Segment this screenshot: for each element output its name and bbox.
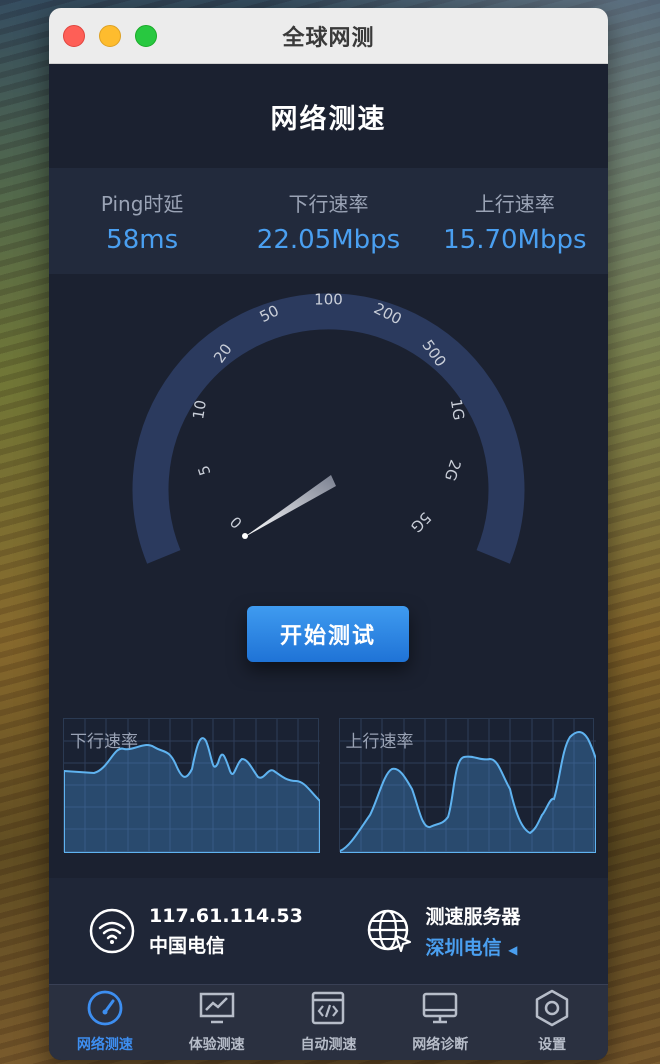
tab-experience-test-label: 体验测速 xyxy=(188,1037,245,1053)
gauge-tick-label: 5 xyxy=(194,463,214,478)
isp-name: 中国电信 xyxy=(149,934,226,957)
stat-ping: Ping时延 58ms xyxy=(49,188,235,255)
gauge-tick-label: 10 xyxy=(189,399,210,421)
download-graph: 下行速率 xyxy=(63,718,320,853)
globe-icon xyxy=(367,909,411,953)
gauge-needle xyxy=(243,475,336,538)
stats-panel: Ping时延 58ms 下行速率 22.05Mbps 上行速率 15.70Mbp… xyxy=(49,168,608,274)
tab-speed-test-label: 网络测速 xyxy=(76,1037,133,1053)
tab-bar: 网络测速 体验测速 自动测速 网络诊断 设置 xyxy=(49,984,608,1060)
tab-diagnosis-label: 网络诊断 xyxy=(412,1037,469,1053)
stat-upload-value: 15.70Mbps xyxy=(443,224,587,255)
code-window-icon xyxy=(312,991,345,1025)
upload-graph: 上行速率 xyxy=(338,718,596,853)
stat-upload-label: 上行速率 xyxy=(474,191,555,216)
desktop-icon xyxy=(423,992,458,1024)
ip-address: 117.61.114.53 xyxy=(149,904,303,927)
gauge-tick-label: 5G xyxy=(407,508,435,536)
app-window: 全球网测 网络测速 Ping时延 58ms 下行速率 22.05Mbps 上行速… xyxy=(49,8,608,1060)
page-header: 网络测速 xyxy=(49,64,608,168)
window-title: 全球网测 xyxy=(282,25,375,51)
title-bar: 全球网测 xyxy=(49,8,608,64)
speedometer-icon xyxy=(87,990,123,1026)
tab-experience-test[interactable]: 体验测速 xyxy=(161,985,273,1060)
start-test-button[interactable]: 开始测试 xyxy=(247,606,409,662)
tab-settings-label: 设置 xyxy=(538,1037,567,1053)
monitor-chart-icon xyxy=(199,992,234,1024)
stat-download-label: 下行速率 xyxy=(288,191,369,216)
window-controls xyxy=(63,25,157,47)
network-info-panel: 117.61.114.53 中国电信 测速服务器 深圳电信 ◀ xyxy=(49,878,608,984)
stat-download-value: 22.05Mbps xyxy=(256,224,401,255)
gauge-tick-label: 2G xyxy=(441,458,465,484)
stat-upload: 上行速率 15.70Mbps xyxy=(422,188,608,255)
gauge-tick-label: 0 xyxy=(227,513,246,532)
server-selector[interactable]: 深圳电信 ◀ xyxy=(426,933,521,960)
ip-info: 117.61.114.53 中国电信 xyxy=(49,905,332,958)
stat-ping-label: Ping时延 xyxy=(100,191,184,216)
download-graph-label: 下行速率 xyxy=(70,732,138,752)
wifi-icon xyxy=(89,908,135,954)
server-title: 测速服务器 xyxy=(425,906,521,928)
tab-auto-test[interactable]: 自动测速 xyxy=(273,985,385,1060)
minimize-button[interactable] xyxy=(99,25,121,47)
page-title: 网络测速 xyxy=(270,103,387,135)
gauge-needle-pivot xyxy=(242,533,248,539)
gear-icon xyxy=(535,989,569,1027)
tab-speed-test[interactable]: 网络测速 xyxy=(49,985,161,1060)
server-info[interactable]: 测速服务器 深圳电信 ◀ xyxy=(332,902,609,960)
upload-graph-label: 上行速率 xyxy=(345,732,414,752)
gauge-svg: 05102050100 2005001G2G5G xyxy=(132,291,525,564)
stat-download: 下行速率 22.05Mbps xyxy=(235,188,421,255)
gauge-tick-label: 100 xyxy=(314,291,343,309)
zoom-button[interactable] xyxy=(135,25,157,47)
close-button[interactable] xyxy=(63,25,85,47)
tab-auto-test-label: 自动测速 xyxy=(300,1037,357,1053)
tab-settings[interactable]: 设置 xyxy=(496,985,608,1060)
server-name: 深圳电信 xyxy=(425,937,502,959)
tab-diagnosis[interactable]: 网络诊断 xyxy=(384,985,496,1060)
graphs-row: 下行速率 上行速率 xyxy=(63,718,596,853)
caret-left-icon: ◀ xyxy=(508,943,518,957)
stat-ping-value: 58ms xyxy=(106,224,179,255)
gauge-arc xyxy=(132,293,525,564)
gauge-tick-label: 1G xyxy=(447,398,468,422)
speed-gauge: 0 5 10 20 50 100 200 500 1G 2G 5G xyxy=(49,274,608,594)
